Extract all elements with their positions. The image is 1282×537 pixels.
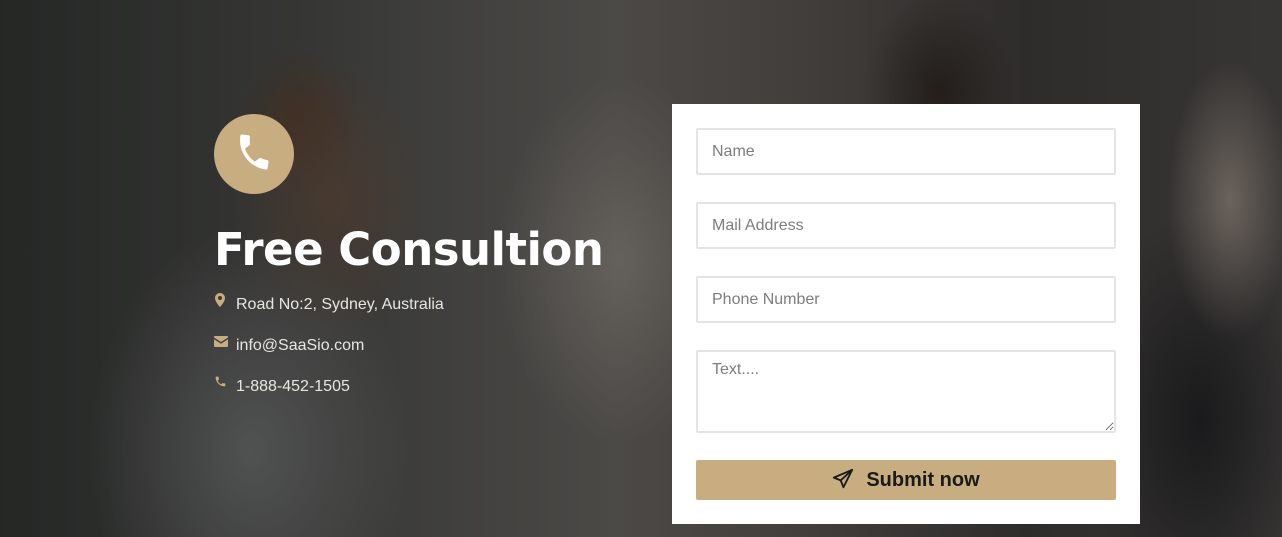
submit-button[interactable]: Submit now bbox=[696, 460, 1116, 500]
contact-email-text[interactable]: info@SaaSio.com bbox=[236, 333, 364, 357]
page-title: Free Consultion bbox=[214, 223, 604, 276]
phone-small-icon bbox=[214, 374, 236, 395]
consultation-info: Free Consultion Road No:2, Sydney, Austr… bbox=[214, 114, 634, 415]
contact-email: info@SaaSio.com bbox=[214, 333, 634, 374]
map-marker-icon bbox=[214, 292, 236, 313]
paper-plane-icon bbox=[832, 468, 854, 493]
contact-phone-text[interactable]: 1-888-452-1505 bbox=[236, 374, 350, 398]
contact-list: Road No:2, Sydney, Australia info@SaaSio… bbox=[214, 292, 634, 415]
contact-address: Road No:2, Sydney, Australia bbox=[214, 292, 634, 333]
contact-phone: 1-888-452-1505 bbox=[214, 374, 634, 415]
email-field[interactable] bbox=[696, 202, 1116, 249]
phone-badge bbox=[214, 114, 294, 194]
consultation-form: Submit now bbox=[672, 104, 1140, 524]
phone-field[interactable] bbox=[696, 276, 1116, 323]
message-field[interactable] bbox=[696, 350, 1116, 433]
phone-icon bbox=[233, 131, 275, 178]
envelope-icon bbox=[214, 333, 236, 354]
contact-address-text: Road No:2, Sydney, Australia bbox=[236, 296, 444, 313]
name-field[interactable] bbox=[696, 128, 1116, 175]
submit-button-label: Submit now bbox=[866, 468, 980, 491]
